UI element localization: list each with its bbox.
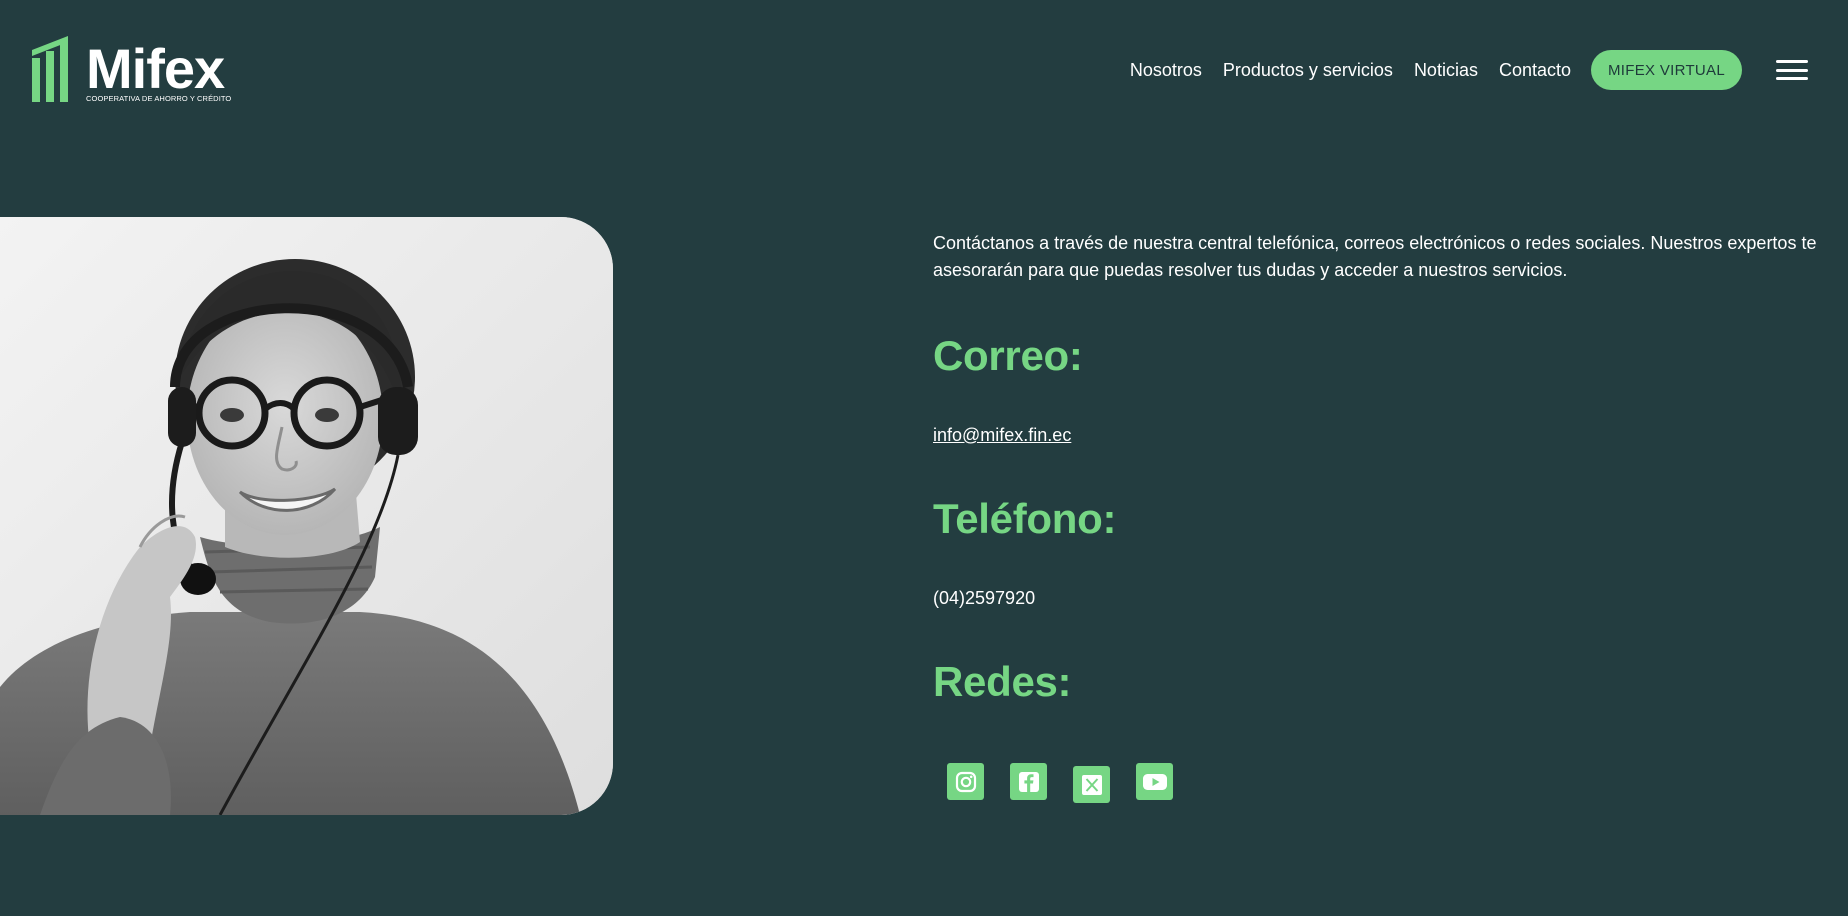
nav-item-nosotros[interactable]: Nosotros	[1130, 60, 1202, 81]
logo-wordmark: Mifex	[86, 37, 225, 100]
main-nav: Nosotros Productos y servicios Noticias …	[1130, 50, 1848, 90]
social-links	[947, 763, 1199, 803]
hamburger-menu-icon[interactable]	[1776, 60, 1808, 80]
nav-item-contacto[interactable]: Contacto	[1499, 60, 1571, 81]
nav-item-productos-y-servicios[interactable]: Productos y servicios	[1223, 60, 1393, 81]
email-heading: Correo:	[933, 332, 1083, 379]
youtube-icon[interactable]	[1136, 763, 1173, 800]
contact-photo	[0, 217, 613, 815]
contact-intro: Contáctanos a través de nuestra central …	[933, 233, 1817, 280]
instagram-icon[interactable]	[947, 763, 984, 800]
logo[interactable]: Mifex COOPERATIVA DE AHORRO Y CRÉDITO	[32, 36, 232, 106]
logo-bars-icon	[32, 36, 68, 102]
phone-number: (04)2597920	[933, 588, 1036, 608]
logo-tagline: COOPERATIVA DE AHORRO Y CRÉDITO	[86, 94, 232, 103]
woman-headset-illustration	[0, 217, 613, 815]
social-heading: Redes:	[933, 658, 1072, 705]
email-link[interactable]: info@mifex.fin.ec	[933, 425, 1071, 446]
x-twitter-icon[interactable]	[1073, 766, 1110, 803]
mifex-virtual-button[interactable]: MIFEX VIRTUAL	[1591, 50, 1742, 90]
facebook-icon[interactable]	[1010, 763, 1047, 800]
phone-heading: Teléfono:	[933, 495, 1117, 542]
contact-section: Contáctanos a través de nuestra central …	[933, 230, 1833, 803]
nav-item-noticias[interactable]: Noticias	[1414, 60, 1478, 81]
